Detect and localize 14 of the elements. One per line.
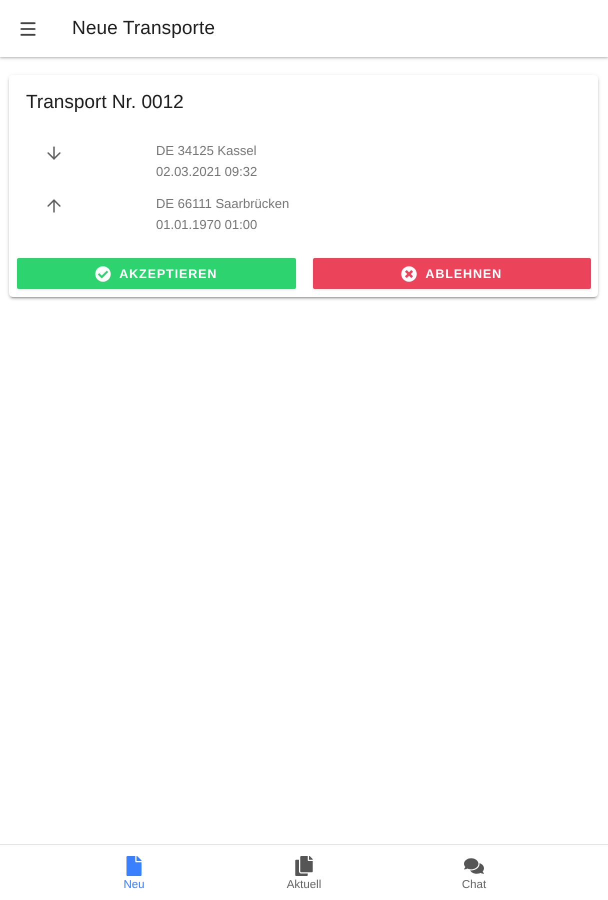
chat-bubbles-icon (464, 856, 484, 876)
accept-button[interactable]: AKZEPTIEREN (17, 258, 296, 289)
transport-title: Transport Nr. 0012 (26, 91, 185, 115)
stop-place: DE 34125 Kassel (156, 142, 258, 160)
page-title: Neue Transporte (72, 18, 216, 40)
stop-time: 01.01.1970 01:00 (156, 216, 258, 234)
reject-button[interactable]: ABLEHNEN (312, 258, 591, 289)
stop-place: DE 66111 Saarbrücken (156, 195, 290, 213)
nav-tab[interactable]: Aktuell (219, 845, 389, 900)
documents-icon (294, 856, 314, 876)
nav-tab[interactable]: Neu (49, 845, 219, 900)
stop-time: 02.03.2021 09:32 (156, 163, 258, 181)
document-icon (124, 856, 144, 876)
nav-tab[interactable]: Chat (389, 845, 559, 900)
